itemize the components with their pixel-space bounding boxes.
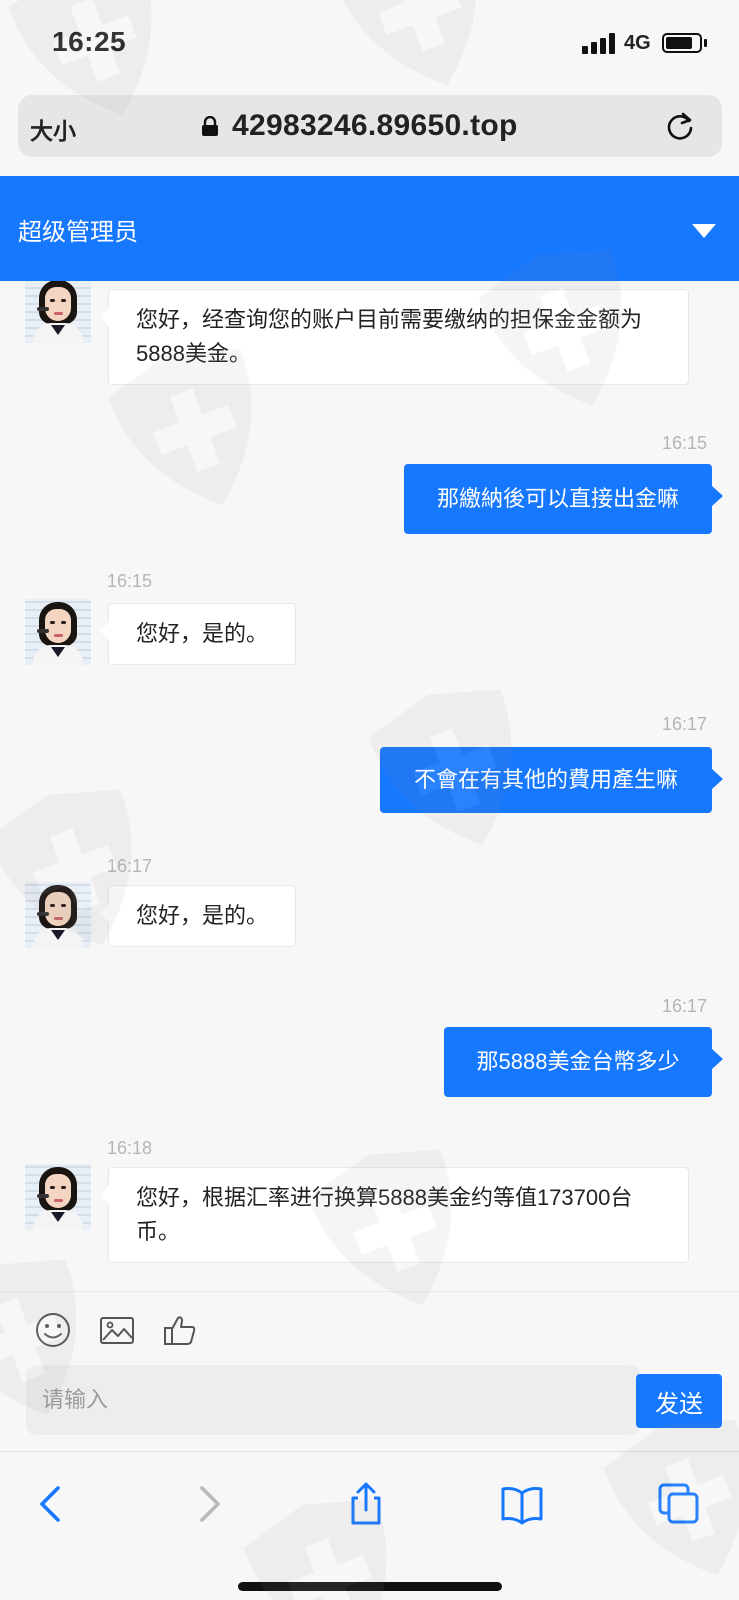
address-bar[interactable]: 大小 42983246.89650.top	[18, 95, 722, 157]
user-message: 不會在有其他的費用產生嘛	[380, 747, 723, 813]
message-time: 16:15	[662, 433, 708, 453]
user-message: 那5888美金台幣多少	[444, 1027, 723, 1097]
message-time: 16:17	[662, 714, 708, 734]
composer: 发送	[0, 1291, 739, 1451]
tabs-icon[interactable]	[657, 1482, 701, 1526]
agent-message: 您好，是的。	[99, 885, 297, 947]
message-list[interactable]: 您好，经查询您的账户目前需要缴纳的担保金金额为5888美金。 16:15 那繳納…	[0, 281, 739, 1291]
message-input-box[interactable]	[26, 1365, 640, 1435]
browser-toolbar	[0, 1451, 739, 1600]
message-time: 16:15	[107, 571, 153, 591]
status-time: 16:25	[52, 26, 127, 57]
reload-icon[interactable]	[664, 109, 696, 143]
message-input[interactable]	[42, 1365, 622, 1435]
network-label: 4G	[624, 32, 651, 54]
agent-message: 您好，经查询您的账户目前需要缴纳的担保金金额为5888美金。	[100, 289, 689, 385]
message-time: 16:17	[662, 996, 708, 1016]
agent-avatar	[25, 1164, 91, 1230]
dropdown-icon[interactable]	[692, 224, 716, 238]
chat-header: 超级管理员	[0, 176, 739, 281]
share-icon[interactable]	[344, 1482, 388, 1526]
bookmarks-icon[interactable]	[500, 1482, 544, 1526]
agent-avatar	[25, 882, 91, 948]
back-icon[interactable]	[30, 1482, 74, 1526]
chat-title: 超级管理员	[18, 219, 138, 246]
battery-icon	[662, 33, 702, 53]
agent-avatar	[25, 599, 91, 665]
user-message: 那繳納後可以直接出金嘛	[404, 464, 723, 534]
agent-avatar	[25, 281, 91, 343]
send-button[interactable]: 发送	[636, 1374, 722, 1428]
url-text[interactable]: 42983246.89650.top	[232, 109, 518, 143]
message-time: 16:18	[107, 1138, 153, 1158]
agent-message: 您好，根据汇率进行换算5888美金约等值173700台币。	[100, 1167, 689, 1263]
forward-icon[interactable]	[186, 1482, 230, 1526]
thumbs-up-icon[interactable]	[160, 1310, 200, 1350]
text-size-button[interactable]: 大小	[30, 112, 76, 146]
agent-message: 您好，是的。	[99, 603, 297, 665]
image-icon[interactable]	[97, 1310, 137, 1350]
status-bar: 16:25 4G	[0, 0, 739, 88]
emoji-icon[interactable]	[33, 1310, 73, 1350]
lock-icon	[202, 116, 218, 136]
message-time: 16:17	[107, 856, 153, 876]
signal-icon	[582, 32, 618, 54]
home-indicator	[238, 1582, 502, 1591]
